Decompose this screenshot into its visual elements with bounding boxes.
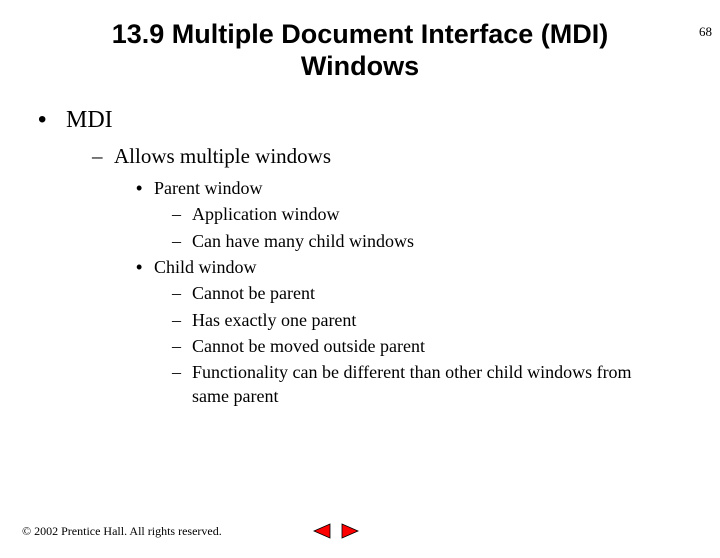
outline-level4-item: – Has exactly one parent: [172, 308, 660, 332]
outline-level4-item: – Cannot be parent: [172, 281, 660, 305]
outline-text: Cannot be parent: [192, 281, 315, 305]
outline-level2-item: – Allows multiple windows: [92, 143, 660, 170]
outline-text: Allows multiple windows: [114, 143, 331, 170]
nav-buttons: [312, 522, 360, 540]
outline-level4-item: – Can have many child windows: [172, 229, 660, 253]
slide-content: • MDI – Allows multiple windows • Parent…: [0, 105, 720, 409]
outline-text: MDI: [66, 105, 113, 135]
next-button[interactable]: [340, 522, 360, 540]
slide-title: 13.9 Multiple Document Interface (MDI) W…: [0, 18, 720, 83]
outline-text: Functionality can be different than othe…: [192, 360, 660, 409]
arrow-left-icon: [312, 522, 332, 540]
outline-level3-item: • Child window: [136, 255, 660, 279]
bullet-dash: –: [172, 229, 192, 253]
copyright-text: © 2002 Prentice Hall. All rights reserve…: [22, 524, 222, 539]
outline-level3-item: • Parent window: [136, 176, 660, 200]
slide-footer: © 2002 Prentice Hall. All rights reserve…: [22, 522, 698, 540]
outline-level4-item: – Functionality can be different than ot…: [172, 360, 660, 409]
bullet-disc: •: [38, 105, 66, 135]
bullet-dash: –: [172, 281, 192, 305]
outline-text: Child window: [154, 255, 257, 279]
outline-level4-item: – Cannot be moved outside parent: [172, 334, 660, 358]
outline-level1-item: • MDI: [38, 105, 660, 135]
outline-text: Cannot be moved outside parent: [192, 334, 425, 358]
outline-text: Parent window: [154, 176, 262, 200]
bullet-dash: –: [92, 143, 114, 170]
bullet-disc: •: [136, 176, 154, 200]
bullet-dash: –: [172, 334, 192, 358]
bullet-dash: –: [172, 360, 192, 409]
outline-level4-item: – Application window: [172, 202, 660, 226]
prev-button[interactable]: [312, 522, 332, 540]
arrow-right-icon: [340, 522, 360, 540]
outline-text: Can have many child windows: [192, 229, 414, 253]
bullet-dash: –: [172, 202, 192, 226]
outline-text: Has exactly one parent: [192, 308, 356, 332]
outline-text: Application window: [192, 202, 339, 226]
bullet-dash: –: [172, 308, 192, 332]
bullet-disc: •: [136, 255, 154, 279]
slide-number: 68: [699, 24, 712, 40]
